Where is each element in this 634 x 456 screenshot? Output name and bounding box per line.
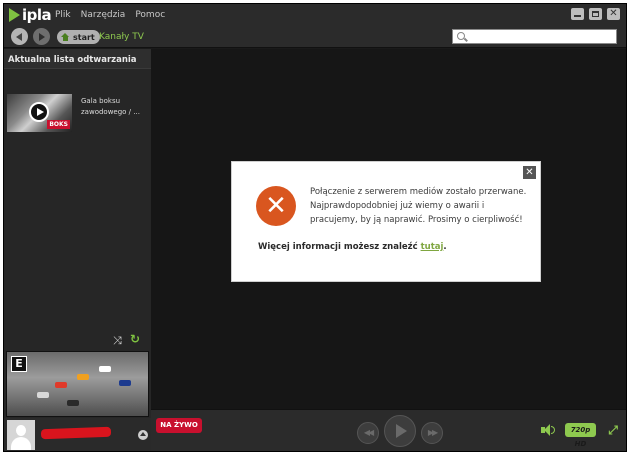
play-button[interactable] [384,415,416,447]
channel-logo: E [11,356,27,372]
playlist-sidebar: Aktualna lista odtwarzania BOKS Gala bok… [4,49,151,451]
repeat-icon[interactable]: ↻ [130,333,140,345]
playlist-item[interactable]: BOKS Gala boksu zawodowego / ... [4,94,151,134]
playlist-item-title[interactable]: Gala boksu zawodowego / ... [81,96,147,118]
playlist-item-thumbnail[interactable]: BOKS [7,94,72,132]
preview-car [37,392,49,398]
preview-car [119,380,131,386]
channel-preview[interactable]: E [6,351,149,417]
thumbnail-tag: BOKS [47,120,70,129]
error-dialog: ✕ ✕ Połączenie z serwerem mediów zostało… [231,161,541,282]
back-button[interactable] [11,28,28,45]
quality-badge[interactable]: 720p HD [565,423,596,448]
minimize-icon[interactable] [571,8,584,20]
dialog-close-icon[interactable]: ✕ [523,166,536,179]
ipla-logo: ipla [9,6,52,24]
search-input[interactable] [469,30,614,43]
avatar[interactable] [7,420,35,450]
forward-arrow-icon [39,32,45,41]
preview-car [99,366,111,372]
volume-icon[interactable] [541,424,555,436]
search-box [452,29,617,44]
more-info-suffix: . [443,242,447,252]
fullscreen-icon[interactable]: ⤢ [607,424,619,436]
previous-icon: ◀◀ [363,428,374,437]
shuffle-icon[interactable]: ⤨ [113,335,122,346]
start-button[interactable]: start [57,30,100,44]
more-info-text: Więcej informacji możesz znaleźć tutaj. [258,242,447,252]
maximize-icon[interactable] [589,8,602,20]
logo-play-icon [9,8,20,22]
menu-item-narzedzia[interactable]: Narzędzia [81,10,126,20]
more-info-prefix: Więcej informacji możesz znaleźć [258,242,421,252]
error-message: Połączenie z serwerem mediów zostało prz… [310,187,527,225]
playlist-controls: ⤨ ↻ [4,333,151,347]
close-icon[interactable]: ✕ [607,8,620,20]
window-controls: ✕ [571,8,620,20]
play-icon [396,424,407,438]
start-label: start [73,32,95,42]
next-button[interactable]: ▶▶ [421,422,443,444]
live-button[interactable]: NA ŻYWO [156,418,202,433]
preview-car [55,382,67,388]
more-info-link[interactable]: tutaj [421,242,444,252]
playlist-title: Aktualna lista odtwarzania [4,49,151,69]
breadcrumb-kanaly-tv[interactable]: Kanały TV [99,32,144,42]
play-icon[interactable] [29,102,49,122]
redacted-username [40,426,112,440]
player-controls-bar: NA ŻYWO ◀◀ ▶▶ 720p HD ⤢ [151,409,626,451]
expand-up-icon[interactable] [138,430,148,440]
preview-car [67,400,79,406]
menu-item-plik[interactable]: Plik [55,10,71,20]
menu-item-pomoc[interactable]: Pomoc [135,10,165,20]
logo-text: ipla [22,6,52,24]
title-bar: ipla Plik Narzędzia Pomoc ✕ [4,4,626,26]
menu-bar: Plik Narzędzia Pomoc [55,10,165,20]
back-arrow-icon [16,32,22,41]
preview-car [77,374,89,380]
previous-button[interactable]: ◀◀ [357,422,379,444]
error-icon: ✕ [256,186,296,226]
home-icon [61,33,70,41]
forward-button[interactable] [33,28,50,45]
navigation-bar: start Kanały TV [4,26,626,48]
user-panel [4,418,151,451]
next-icon: ▶▶ [427,428,438,437]
search-icon[interactable] [457,32,465,40]
